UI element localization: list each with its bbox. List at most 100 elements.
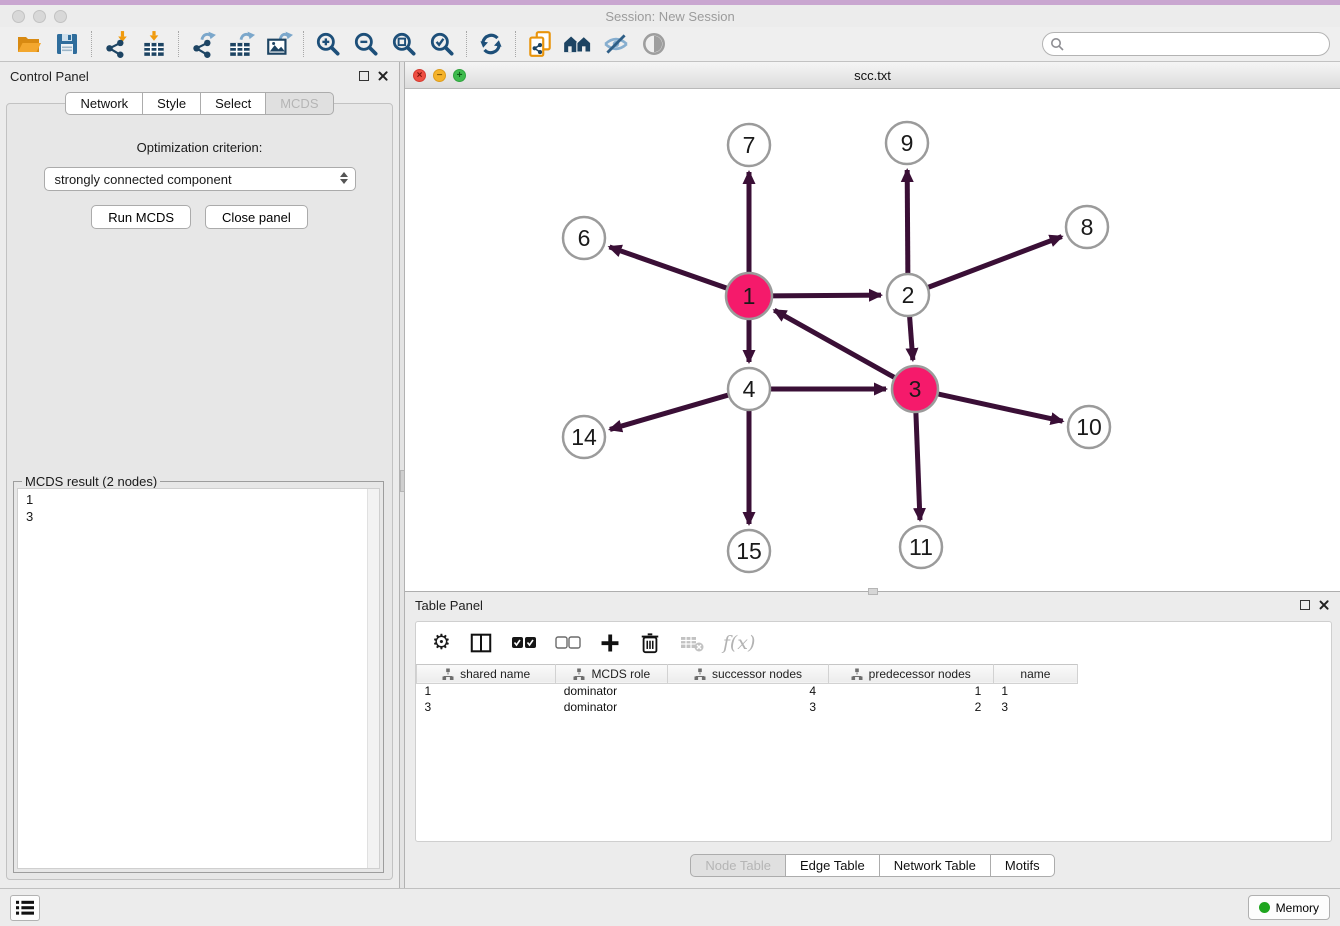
delete-table-button[interactable] [679, 632, 705, 654]
select-all-columns-button[interactable] [511, 636, 537, 650]
edge-3-11[interactable] [916, 410, 920, 520]
tab-select[interactable]: Select [200, 92, 266, 115]
open-file-button[interactable] [10, 29, 48, 59]
toolbar-separator [466, 31, 467, 57]
cell-mcds-role[interactable]: dominator [556, 699, 668, 715]
network-window-titlebar: scc.txt × − + [405, 62, 1340, 89]
tab-style[interactable]: Style [142, 92, 201, 115]
graph-node-1[interactable]: 1 [726, 273, 772, 319]
mcds-result-box[interactable]: 1 3 [17, 488, 380, 869]
cell-successor-nodes[interactable]: 4 [668, 683, 828, 699]
export-table-button[interactable] [222, 29, 260, 59]
graph-node-6[interactable]: 6 [563, 217, 605, 259]
edge-1-6[interactable] [609, 247, 729, 289]
column-header-mcds-role[interactable]: MCDS role [556, 664, 668, 683]
graph-node-9[interactable]: 9 [886, 122, 928, 164]
table-row[interactable]: 1dominator411 [417, 683, 1078, 699]
table-panel-title: Table Panel [415, 598, 483, 613]
split-panel-icon [469, 631, 493, 655]
mcds-result-title: MCDS result (2 nodes) [22, 474, 160, 489]
hide-selected-button[interactable] [597, 29, 635, 59]
graph-node-2[interactable]: 2 [887, 274, 929, 316]
cell-name[interactable]: 1 [993, 683, 1077, 699]
unselect-all-columns-button[interactable] [555, 636, 581, 650]
criterion-dropdown[interactable]: strongly connected component [44, 167, 356, 191]
first-neighbors-button[interactable] [559, 29, 597, 59]
apply-layout-button[interactable] [472, 29, 510, 59]
tab-motifs[interactable]: Motifs [990, 854, 1055, 877]
graph-node-15[interactable]: 15 [728, 530, 770, 572]
run-mcds-button[interactable]: Run MCDS [91, 205, 191, 229]
edge-2-9[interactable] [907, 170, 908, 276]
table-row[interactable]: 3dominator323 [417, 699, 1078, 715]
function-builder-button[interactable]: f(x) [723, 632, 756, 654]
graph-node-11[interactable]: 11 [900, 526, 942, 568]
show-all-button[interactable] [635, 29, 673, 59]
edge-2-8[interactable] [926, 237, 1062, 289]
graph-node-7[interactable]: 7 [728, 124, 770, 166]
graph-node-4[interactable]: 4 [728, 368, 770, 410]
cell-predecessor-nodes[interactable]: 1 [828, 683, 993, 699]
node-label: 3 [909, 376, 922, 402]
network-minimize-button[interactable]: − [433, 69, 446, 82]
export-image-button[interactable] [260, 29, 298, 59]
graph-node-8[interactable]: 8 [1066, 206, 1108, 248]
tab-network-table[interactable]: Network Table [879, 854, 991, 877]
table-panel: Table Panel ⚙ [405, 592, 1340, 888]
edge-3-10[interactable] [936, 393, 1063, 421]
float-panel-icon[interactable] [359, 71, 369, 81]
zoom-out-button[interactable] [347, 29, 385, 59]
tab-mcds[interactable]: MCDS [265, 92, 333, 115]
cell-successor-nodes[interactable]: 3 [668, 699, 828, 715]
export-network-button[interactable] [184, 29, 222, 59]
network-close-button[interactable]: × [413, 69, 426, 82]
search-input[interactable] [1042, 32, 1330, 56]
chevron-up-down-icon [340, 172, 348, 184]
graph-node-14[interactable]: 14 [563, 416, 605, 458]
edge-4-14[interactable] [610, 394, 731, 429]
column-header-predecessor-nodes[interactable]: predecessor nodes [828, 664, 993, 683]
cell-mcds-role[interactable]: dominator [556, 683, 668, 699]
cell-predecessor-nodes[interactable]: 2 [828, 699, 993, 715]
tab-network[interactable]: Network [65, 92, 143, 115]
split-panel-button[interactable] [469, 631, 493, 655]
column-header-successor-nodes[interactable]: successor nodes [668, 664, 828, 683]
clone-network-button[interactable] [521, 29, 559, 59]
tab-edge-table[interactable]: Edge Table [785, 854, 880, 877]
network-maximize-button[interactable]: + [453, 69, 466, 82]
import-network-button[interactable] [97, 29, 135, 59]
zoom-fit-button[interactable] [385, 29, 423, 59]
horizontal-splitter-grip[interactable] [868, 588, 878, 595]
node-label: 8 [1081, 214, 1094, 240]
cell-shared-name[interactable]: 1 [417, 683, 556, 699]
close-panel-icon[interactable] [377, 70, 389, 82]
delete-columns-button[interactable] [639, 631, 661, 655]
edge-1-2[interactable] [770, 295, 881, 296]
import-table-button[interactable] [135, 29, 173, 59]
column-header-name[interactable]: name [993, 664, 1077, 683]
column-header-shared-name[interactable]: shared name [417, 664, 556, 683]
zoom-in-button[interactable] [309, 29, 347, 59]
save-session-button[interactable] [48, 29, 86, 59]
zoom-selected-button[interactable] [423, 29, 461, 59]
select-all-columns-icon [511, 636, 537, 650]
memory-button[interactable]: Memory [1248, 895, 1330, 920]
float-panel-icon[interactable] [1300, 600, 1310, 610]
edge-2-3[interactable] [909, 314, 912, 360]
graph-node-10[interactable]: 10 [1068, 406, 1110, 448]
cell-name[interactable]: 3 [993, 699, 1077, 715]
table-settings-button[interactable]: ⚙ [432, 632, 451, 653]
close-panel-icon[interactable] [1318, 599, 1330, 611]
cell-shared-name[interactable]: 3 [417, 699, 556, 715]
edge-3-1[interactable] [774, 310, 896, 379]
add-column-button[interactable] [599, 632, 621, 654]
network-canvas[interactable]: 1 2 3 4 6 7 8 9 10 11 14 15 [405, 89, 1340, 591]
panel-selector-button[interactable] [10, 895, 40, 921]
tab-node-table[interactable]: Node Table [690, 854, 786, 877]
graph-node-3[interactable]: 3 [892, 366, 938, 412]
mcds-result-scrollbar[interactable] [367, 489, 379, 868]
network-graph: 1 2 3 4 6 7 8 9 10 11 14 15 [405, 89, 1338, 591]
table-settings-icon: ⚙ [432, 632, 451, 653]
trash-icon [639, 631, 661, 655]
close-panel-button[interactable]: Close panel [205, 205, 308, 229]
